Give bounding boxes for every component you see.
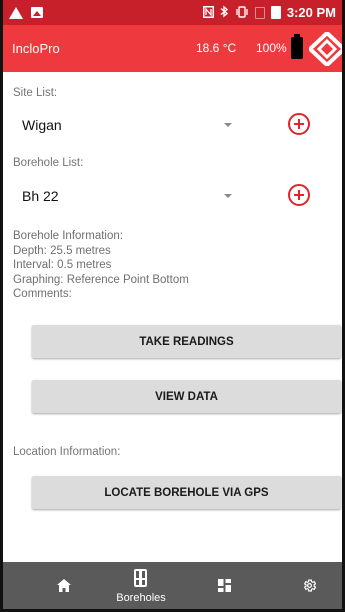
nav-boreholes[interactable]: Boreholes [111,562,171,609]
bottom-navigation: Boreholes [3,562,342,609]
bluetooth-icon [220,5,229,20]
no-sim-icon [254,6,265,19]
site-select[interactable]: Wigan [13,110,253,140]
alert-icon [9,6,23,19]
battery-icon [270,6,281,19]
borehole-select[interactable]: Bh 22 [13,181,253,211]
borehole-select-value: Bh 22 [22,188,59,204]
borehole-interval: Interval: 0.5 metres [13,259,112,271]
app-bar: IncloPro 18.6 °C 100% [3,25,342,72]
nav-home[interactable] [43,562,88,609]
dashboard-icon [218,579,231,592]
chevron-down-icon [224,123,232,127]
take-readings-button[interactable]: TAKE READINGS [32,325,341,358]
nav-boreholes-label: Boreholes [116,592,166,604]
borehole-information: Borehole Information: Depth: 25.5 metres… [13,229,189,302]
view-data-button[interactable]: VIEW DATA [32,380,341,413]
image-icon [31,7,43,18]
borehole-list-label: Borehole List: [13,157,84,169]
add-borehole-button[interactable] [288,184,310,206]
chevron-down-icon [224,194,232,198]
device-battery-percent: 100% [256,41,287,55]
site-select-value: Wigan [22,117,62,133]
borehole-icon [134,569,147,587]
location-information-label: Location Information: [13,446,121,458]
temperature-readout: 18.6 °C [196,41,237,55]
app-screen: 3:20 PM IncloPro 18.6 °C 100% Site List:… [0,0,345,612]
borehole-depth: Depth: 25.5 metres [13,244,111,257]
status-time: 3:20 PM [286,5,336,20]
site-list-label: Site List: [13,87,58,99]
borehole-info-heading: Borehole Information: [13,230,123,242]
nav-settings[interactable] [295,562,325,609]
borehole-comments: Comments: [13,288,72,300]
status-bar: 3:20 PM [3,0,342,25]
settings-icon [303,579,317,592]
company-logo-icon [309,32,342,66]
app-title: IncloPro [12,41,60,56]
add-site-button[interactable] [288,113,310,135]
locate-borehole-gps-button[interactable]: LOCATE BOREHOLE VIA GPS [32,476,341,509]
home-icon [57,579,71,592]
nav-dashboard[interactable] [209,562,239,609]
nfc-icon [202,5,214,20]
vibrate-icon [235,5,249,20]
device-battery-icon [291,34,303,59]
borehole-graphing: Graphing: Reference Point Bottom [13,273,189,286]
